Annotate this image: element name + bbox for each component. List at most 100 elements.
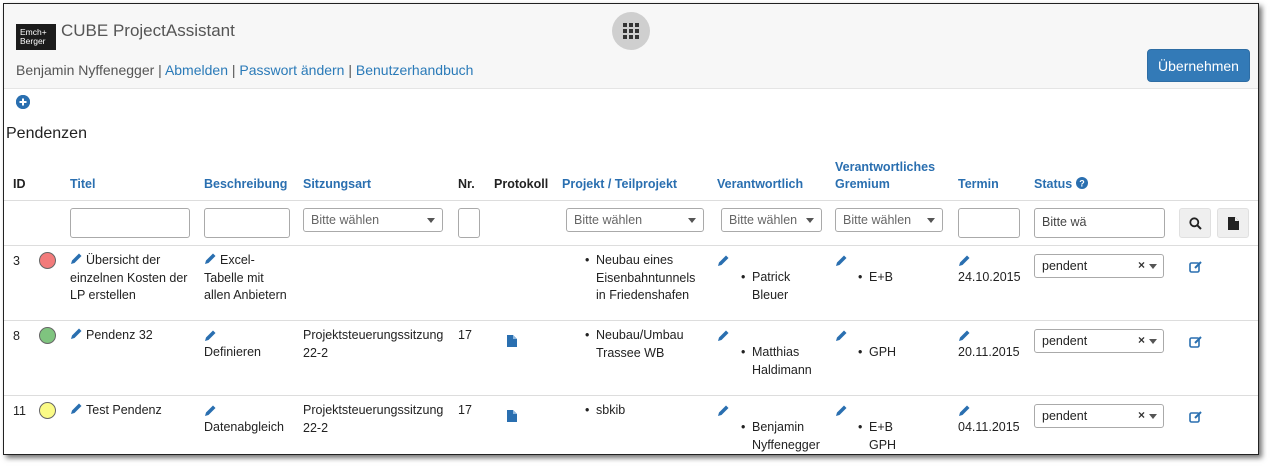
col-header-status-label: Status [1034,177,1073,191]
logo-text-line2: Berger [20,36,46,46]
row-status-select[interactable]: pendent × [1034,329,1164,353]
pencil-icon[interactable] [717,329,730,342]
row-verantwortlich: MatthiasHaldimann [741,344,812,379]
row-status-select[interactable]: pendent × [1034,254,1164,278]
filter-status-input[interactable]: Bitte wä [1034,208,1165,238]
clear-icon[interactable]: × [1138,258,1145,272]
row-beschreibung[interactable]: Excel- Tabelle mit allen Anbietern [204,252,299,305]
pencil-icon[interactable] [717,404,730,417]
col-header-status[interactable]: Status ? [1034,177,1088,191]
user-name: Benjamin Nyffenegger [16,62,155,78]
pencil-icon[interactable] [204,404,217,417]
filter-nr-input[interactable] [458,208,480,238]
row-id: 3 [13,254,20,268]
pencil-icon[interactable] [958,404,971,417]
apply-button[interactable]: Übernehmen [1147,49,1250,82]
status-indicator-red [39,252,56,269]
filter-termin-input[interactable] [958,208,1020,238]
col-header-verantwortlich[interactable]: Verantwortlich [717,177,803,191]
document-icon[interactable] [507,410,517,422]
pencil-icon[interactable] [958,254,971,267]
row-id: 11 [13,404,26,418]
row-status-select[interactable]: pendent × [1034,404,1164,428]
row-termin: 20.11.2015 [958,345,1020,359]
chevron-down-icon [927,218,935,223]
row-titel[interactable]: Übersicht der einzelnen Kosten der LP erst… [70,252,200,305]
col-header-beschreibung[interactable]: Beschreibung [204,177,287,191]
header: Emch+ Berger CUBE ProjectAssistant Benja… [4,4,1258,89]
row-projekt: sbkib [585,402,625,420]
filter-projekt-select[interactable]: Bitte wählen [566,208,704,232]
add-pendenz-button[interactable] [16,95,30,109]
row-nr: 17 [458,403,472,417]
clear-icon[interactable]: × [1138,333,1145,347]
svg-text:?: ? [1079,179,1085,189]
edit-icon[interactable] [1189,335,1203,349]
help-icon[interactable]: ? [1075,177,1088,189]
emch-berger-logo: Emch+ Berger [16,24,56,50]
col-header-nr: Nr. [458,177,475,191]
col-header-protokoll: Protokoll [494,177,549,191]
status-indicator-green [39,327,56,344]
row-nr: 17 [458,328,472,342]
grid-icon [623,23,639,39]
filter-gremium-value: Bitte wählen [843,213,912,227]
file-icon [1227,216,1239,230]
document-icon[interactable] [507,335,517,347]
apps-grid-button[interactable] [612,12,650,50]
row-beschreibung: Definieren [204,345,261,359]
user-nav: Benjamin Nyffenegger | Abmelden | Passwo… [16,62,474,78]
clear-icon[interactable]: × [1138,408,1145,422]
row-projekt: Neubau einesEisenbahntunnelsin Friedensh… [585,252,695,305]
pencil-icon[interactable] [835,254,848,267]
filter-beschreibung-input[interactable] [204,208,290,238]
search-button[interactable] [1179,208,1211,238]
edit-icon[interactable] [1189,410,1203,424]
row-termin: 24.10.2015 [958,270,1021,284]
row-verantwortlich: BenjaminNyffenegger [741,419,820,454]
col-header-gremium-line1: Verantwortliches [835,160,936,174]
logout-link[interactable]: Abmelden [165,62,228,78]
export-button[interactable] [1217,208,1249,238]
col-header-sitzungsart[interactable]: Sitzungsart [303,177,371,191]
filter-verantwortlich-select[interactable]: Bitte wählen [721,208,822,232]
filter-projekt-value: Bitte wählen [574,213,643,227]
pencil-icon[interactable] [958,329,971,342]
pencil-icon[interactable] [835,404,848,417]
row-titel[interactable]: Test Pendenz [70,402,200,420]
row-sitzungsart: Projektsteuerungssitzung 22-2 [303,328,444,360]
col-header-termin[interactable]: Termin [958,177,999,191]
pencil-icon [71,328,82,339]
pencil-icon[interactable] [717,254,730,267]
row-status-value: pendent [1042,334,1088,348]
row-projekt: Neubau/UmbauTrassee WB [585,327,684,362]
row-titel[interactable]: Pendenz 32 [70,327,200,345]
row-termin: 04.11.2015 [958,420,1020,434]
page-title: Pendenzen [6,125,87,142]
filter-gremium-select[interactable]: Bitte wählen [835,208,943,232]
filter-verantwortlich-value: Bitte wählen [729,213,798,227]
row-status-value: pendent [1042,259,1088,273]
app-title: CUBE ProjectAssistant [61,21,235,40]
chevron-down-icon [1149,264,1157,269]
app-window: Emch+ Berger CUBE ProjectAssistant Benja… [3,3,1259,455]
chevron-down-icon [1149,414,1157,419]
pencil-icon[interactable] [835,329,848,342]
row-status-value: pendent [1042,409,1088,423]
status-indicator-yellow [39,402,56,419]
row-gremium: E+B [858,269,893,287]
change-password-link[interactable]: Passwort ändern [239,62,344,78]
user-manual-link[interactable]: Benutzerhandbuch [356,62,474,78]
pencil-icon[interactable] [204,329,217,342]
row-verantwortlich: PatrickBleuer [741,269,790,304]
edit-icon[interactable] [1189,260,1203,274]
row-id: 8 [13,329,20,343]
filter-sitzungsart-value: Bitte wählen [311,213,380,227]
filter-sitzungsart-select[interactable]: Bitte wählen [303,208,443,232]
col-header-gremium[interactable]: Verantwortliches Gremium [835,159,935,193]
col-header-projekt[interactable]: Projekt / Teilprojekt [562,177,677,191]
col-header-id: ID [13,177,26,191]
col-header-titel[interactable]: Titel [70,177,95,191]
row-gremium: E+BGPH [858,419,896,454]
filter-titel-input[interactable] [70,208,190,238]
